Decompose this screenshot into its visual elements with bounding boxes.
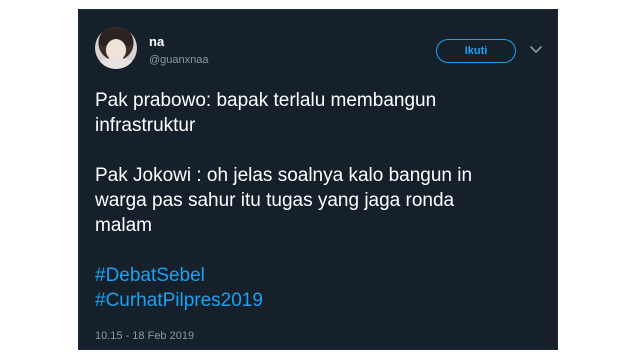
user-handle[interactable]: @guanxnaa	[149, 54, 209, 66]
avatar-shirt	[97, 58, 135, 69]
hashtag-link[interactable]: #DebatSebel	[95, 263, 550, 288]
tweet-text: Pak prabowo: bapak terlalu membangun inf…	[95, 88, 550, 313]
tweet-line: infrastruktur	[95, 115, 196, 136]
tweet-timestamp[interactable]: 10.15 - 18 Feb 2019	[95, 330, 194, 342]
avatar[interactable]	[95, 27, 137, 69]
tweet-line: malam	[95, 215, 153, 236]
tweet-card: na @guanxnaa Ikuti Pak prabowo: bapak te…	[78, 9, 558, 350]
tweet-line: Pak prabowo: bapak terlalu membangun	[95, 90, 437, 111]
tweet-line: Pak Jokowi : oh jelas soalnya kalo bangu…	[95, 165, 473, 186]
follow-button[interactable]: Ikuti	[436, 39, 516, 63]
hashtag-link[interactable]: #CurhatPilpres2019	[95, 288, 550, 313]
tweet-line: warga pas sahur itu tugas yang jaga rond…	[95, 190, 455, 211]
display-name[interactable]: na	[149, 34, 164, 49]
chevron-down-icon[interactable]	[528, 42, 544, 58]
